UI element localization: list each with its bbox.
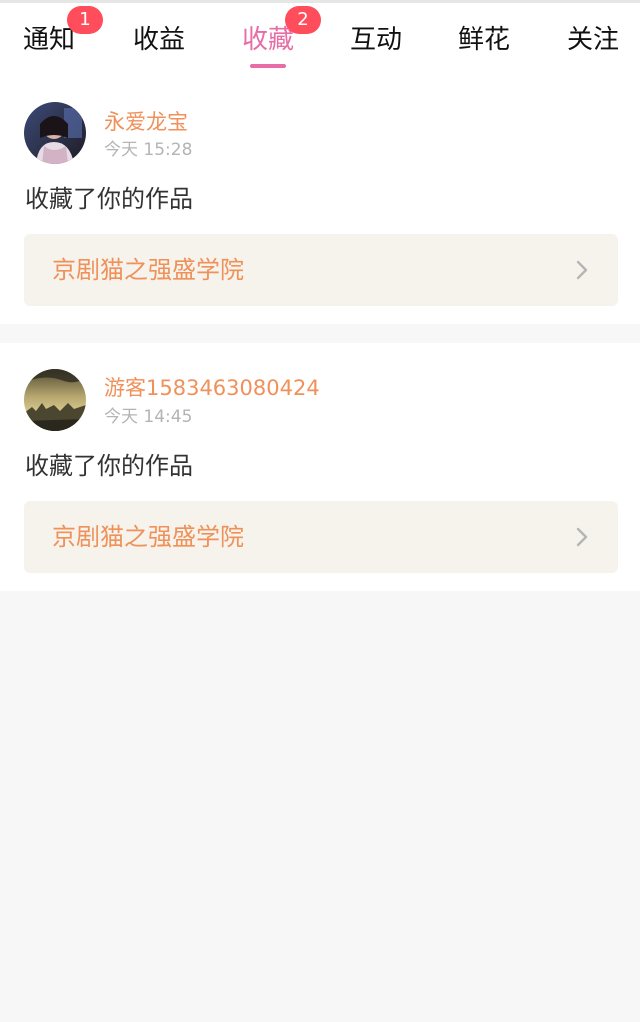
tab-earnings[interactable]: 收益 — [104, 3, 214, 83]
tab-label: 关注 — [566, 25, 619, 55]
action-text: 收藏了你的作品 — [25, 185, 193, 213]
tab-bar: 通知 1 收益 收藏 2 互动 鲜花 关注 — [0, 3, 640, 83]
tab-label: 互动 — [349, 25, 402, 55]
tab-following[interactable]: 关注 — [538, 3, 640, 83]
avatar[interactable] — [24, 369, 86, 431]
tab-interactions[interactable]: 互动 — [321, 3, 431, 83]
work-title: 京剧猫之强盛学院 — [52, 256, 244, 284]
chevron-right-icon — [576, 527, 588, 547]
landscape-photo-avatar-icon — [24, 369, 86, 431]
chevron-right-icon — [576, 260, 588, 280]
username[interactable]: 永爱龙宝 — [104, 109, 188, 135]
unread-badge-favorites: 2 — [285, 6, 321, 34]
avatar[interactable] — [24, 102, 86, 164]
timestamp: 今天 15:28 — [104, 140, 193, 160]
work-title: 京剧猫之强盛学院 — [52, 523, 244, 551]
work-link[interactable]: 京剧猫之强盛学院 — [24, 234, 618, 306]
tab-label: 鲜花 — [457, 25, 510, 55]
tab-label: 收益 — [132, 25, 185, 55]
action-text: 收藏了你的作品 — [25, 452, 193, 480]
notification-card: 永爱龙宝 今天 15:28 收藏了你的作品 京剧猫之强盛学院 — [0, 83, 640, 324]
tab-flowers[interactable]: 鲜花 — [429, 3, 539, 83]
notification-card: 游客1583463080424 今天 14:45 收藏了你的作品 京剧猫之强盛学… — [0, 343, 640, 591]
unread-badge-notifications: 1 — [67, 6, 103, 34]
active-tab-indicator — [250, 64, 286, 68]
user-photo-avatar-icon — [24, 102, 86, 164]
username[interactable]: 游客1583463080424 — [104, 375, 320, 401]
work-link[interactable]: 京剧猫之强盛学院 — [24, 501, 618, 573]
timestamp: 今天 14:45 — [104, 407, 193, 427]
